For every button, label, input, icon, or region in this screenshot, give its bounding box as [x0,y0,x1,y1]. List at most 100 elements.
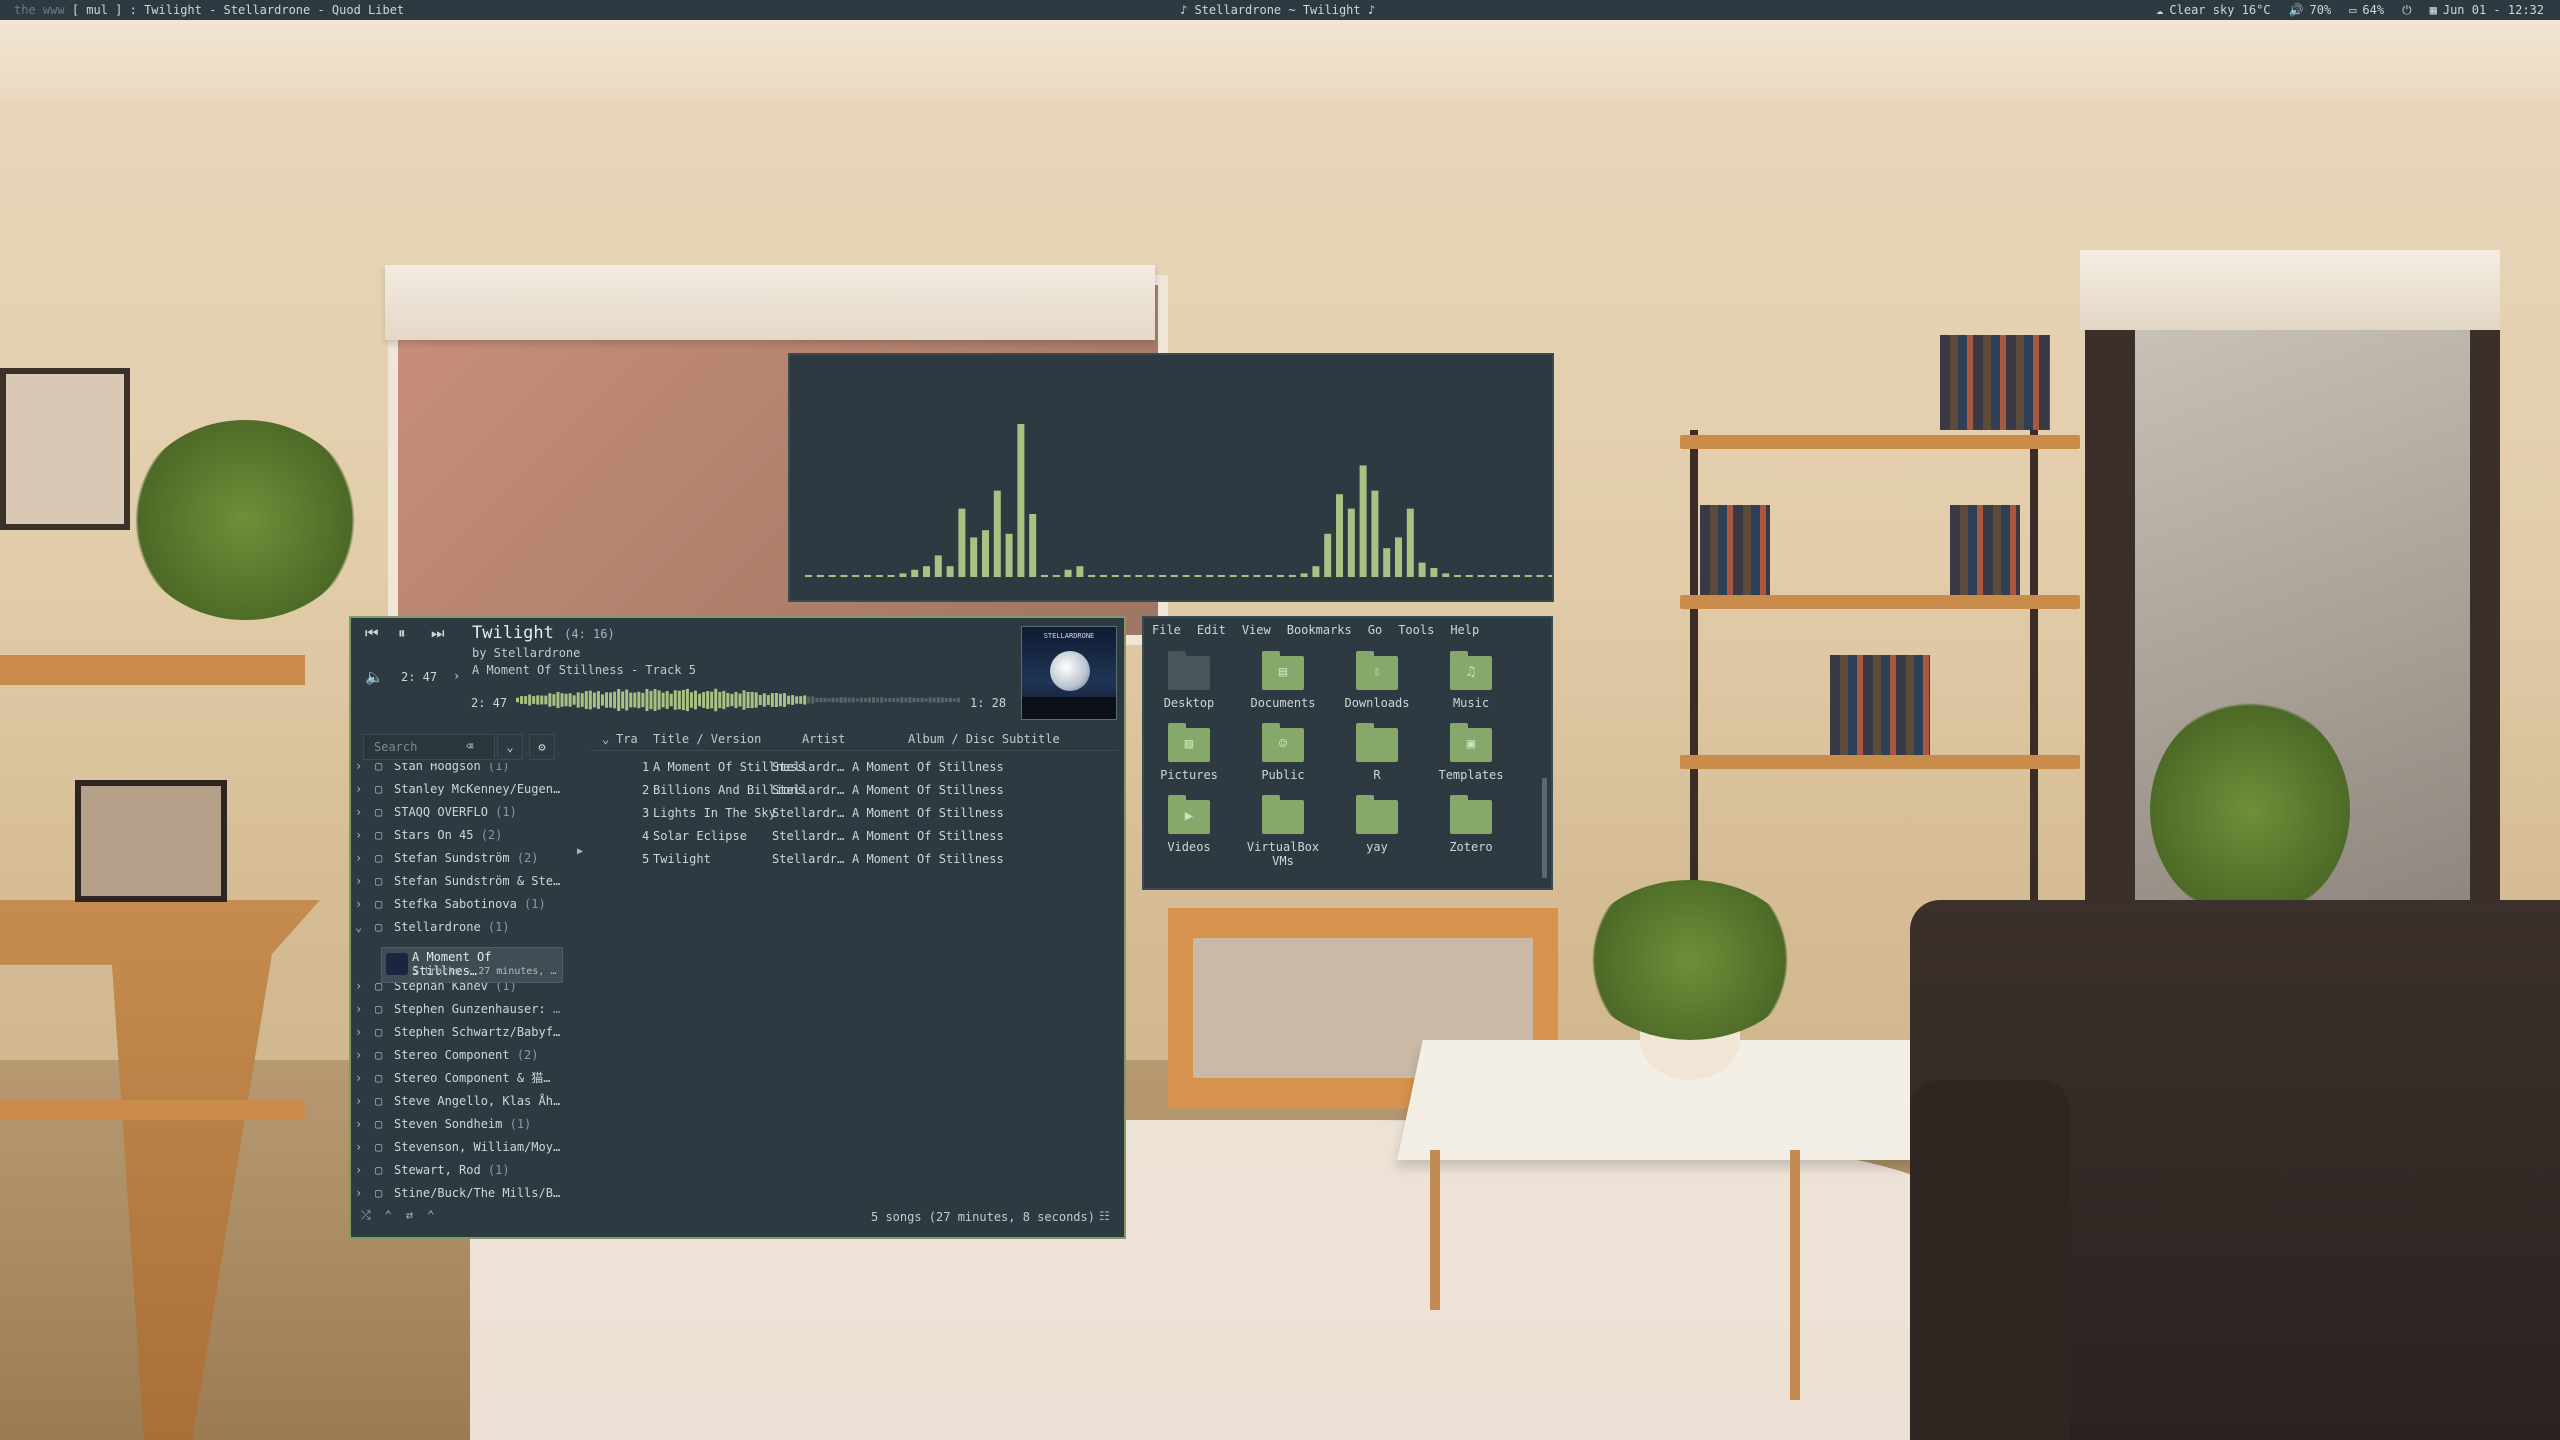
menu-go[interactable]: Go [1368,623,1382,637]
file-item[interactable]: R [1332,723,1422,782]
file-item[interactable]: Zotero [1426,795,1516,854]
artist-row[interactable]: ⌄ ▢ Stellardrone (1) [351,916,561,939]
artist-row[interactable]: › ▢ Stefka Sabotinova (1) [351,893,561,916]
artist-row[interactable]: › ▢ Stewart, Rod (1) [351,1159,561,1182]
expand-icon[interactable]: › [355,1159,362,1182]
menu-view[interactable]: View [1242,623,1271,637]
previous-track-icon[interactable]: ⏮ [365,624,379,642]
search-input[interactable]: Search [363,734,495,760]
menu-tools[interactable]: Tools [1398,623,1434,637]
expand-icon[interactable]: › [355,847,362,870]
column-album[interactable]: Album / Disc Subtitle [908,732,1060,746]
artist-row[interactable]: › ▢ Stefan Sundström (2) [351,847,561,870]
file-item[interactable]: yay [1332,795,1422,854]
seek-arrow-icon[interactable]: › [453,669,460,683]
file-item[interactable]: ☺ Public [1238,723,1328,782]
wallpaper-sofa [1910,900,2560,1440]
power-widget[interactable]: ⏻ [2402,0,2412,20]
wallpaper-plant [130,420,360,620]
expand-icon[interactable]: › [355,1021,362,1044]
file-item[interactable]: Desktop [1144,651,1234,710]
file-item[interactable]: ▨ Pictures [1144,723,1234,782]
shuffle-menu-icon[interactable]: ⌃ [385,1208,392,1223]
artist-row[interactable]: › ▢ Stefan Sundström & Ste… [351,870,561,893]
search-dropdown-icon[interactable]: ⌄ [497,734,523,760]
expand-icon[interactable]: › [355,1067,362,1090]
artist-row[interactable]: › ▢ Stereo Component & 猫… [351,1067,561,1090]
menu-bookmarks[interactable]: Bookmarks [1287,623,1352,637]
artist-row[interactable]: › ▢ Steve Angello, Klas Åh… [351,1090,561,1113]
clock-widget[interactable]: ▦ Jun 01 - 12:32 [2430,0,2544,20]
expand-icon[interactable]: › [355,1136,362,1159]
next-track-icon[interactable]: ⏭ [431,624,445,642]
artist-row[interactable]: › ▢ Stanley McKenney/Eugen… [351,778,561,801]
file-item-label: Public [1261,768,1305,782]
expand-icon[interactable]: › [355,998,362,1021]
expand-icon[interactable]: › [355,1113,362,1136]
file-item[interactable]: ⇩ Downloads [1332,651,1422,710]
artist-row[interactable]: › ▢ Stereo Component (2) [351,1044,561,1067]
selected-album-row[interactable]: A Moment Of Stillnes… 5 tracks - 27 minu… [381,947,563,983]
layout-indicator[interactable]: [ mul ] [72,3,123,17]
waveform-seekbar[interactable] [516,686,961,714]
column-expand-icon[interactable]: ⌄ [602,732,609,746]
expand-icon[interactable]: › [355,975,362,998]
battery-widget[interactable]: ▭ 64% [2349,0,2384,20]
seek-position[interactable]: 2: 47 [401,670,437,684]
artist-name-text: Stellardrone [394,920,488,934]
volume-icon[interactable]: 🔈 [365,668,384,686]
song-title: Twilight (4: 16) [472,623,615,643]
collapse-icon[interactable]: ⌄ [355,916,362,939]
artist-row[interactable]: › ▢ STAQQ OVERFLO (1) [351,801,561,824]
artist-name-text: Stephen Gunzenhauser: [394,1002,553,1016]
volume-widget[interactable]: 🔊 70% [2289,0,2332,20]
workspace-tags[interactable]: the www [14,3,65,17]
track-row[interactable]: 1A Moment Of Stillness Stellardr… A Moment… [590,756,1118,779]
now-playing[interactable]: ♪ Stellardrone ~ Twilight ♪ [1180,0,1375,20]
menu-edit[interactable]: Edit [1197,623,1226,637]
expand-icon[interactable]: › [355,801,362,824]
track-row[interactable]: 5 Twilight Stellardr… A Moment Of Stillness [590,848,1118,871]
repeat-icon[interactable]: ⇄ [406,1208,413,1223]
artist-row[interactable]: › ▢ Stars On 45 (2) [351,824,561,847]
column-artist[interactable]: Artist [802,732,845,746]
file-item[interactable]: ♫ Music [1426,651,1516,710]
album-stack-icon: ▢ [375,1071,383,1085]
file-item[interactable]: VirtualBox VMs [1238,795,1328,868]
expand-icon[interactable]: › [355,1182,362,1198]
file-item[interactable]: ▤ Documents [1238,651,1328,710]
artist-row[interactable]: › ▢ Stephen Gunzenhauser: … [351,998,561,1021]
column-track[interactable]: Tra [616,732,638,746]
menu-help[interactable]: Help [1450,623,1479,637]
expand-icon[interactable]: › [355,824,362,847]
track-row[interactable]: 2 Billions And Billions Stellardr… A Moment… [590,779,1118,802]
expand-icon[interactable]: › [355,778,362,801]
expand-icon[interactable]: › [355,870,362,893]
clear-search-icon[interactable]: ⌫ [466,734,473,758]
expand-icon[interactable]: › [355,893,362,916]
artist-row[interactable]: › ▢ Stan Hodgson (1) [351,763,561,778]
track-row[interactable]: 3 Lights In The Sky Stellardr… A Moment Of … [590,802,1118,825]
weather-widget[interactable]: ☁ Clear sky 16°C [2156,0,2270,20]
waveform-bar [835,697,839,703]
file-manager-scrollbar[interactable] [1542,778,1547,878]
gear-icon[interactable]: ⚙ [529,734,555,760]
shuffle-icon[interactable]: ⤮ [361,1208,371,1223]
repeat-menu-icon[interactable]: ⌃ [427,1208,434,1223]
column-title[interactable]: Title / Version [653,732,761,746]
file-item[interactable]: ▣ Templates [1426,723,1516,782]
file-item[interactable]: ▶ Videos [1144,795,1234,854]
expand-icon[interactable]: › [355,1090,362,1113]
pause-icon[interactable]: ⏸ [398,624,406,642]
expand-icon[interactable]: › [355,1044,362,1067]
queue-toggle-icon[interactable]: ☷ [1099,1209,1110,1223]
track-row[interactable]: 4 Solar Eclipse Stellardr… A Moment Of Stil… [590,825,1118,848]
artist-row[interactable]: › ▢ Stevenson, William/Moy… [351,1136,561,1159]
artist-row[interactable]: › ▢ Stine/Buck/The Mills/B… [351,1182,561,1198]
expand-icon[interactable]: › [355,763,362,778]
album-cover[interactable]: STELLARDRONE [1021,626,1117,720]
artist-row[interactable]: › ▢ Stephen Schwartz/Babyf… [351,1021,561,1044]
artist-row[interactable]: › ▢ Steven Sondheim (1) [351,1113,561,1136]
track-number: 3 [642,806,650,820]
menu-file[interactable]: File [1152,623,1181,637]
